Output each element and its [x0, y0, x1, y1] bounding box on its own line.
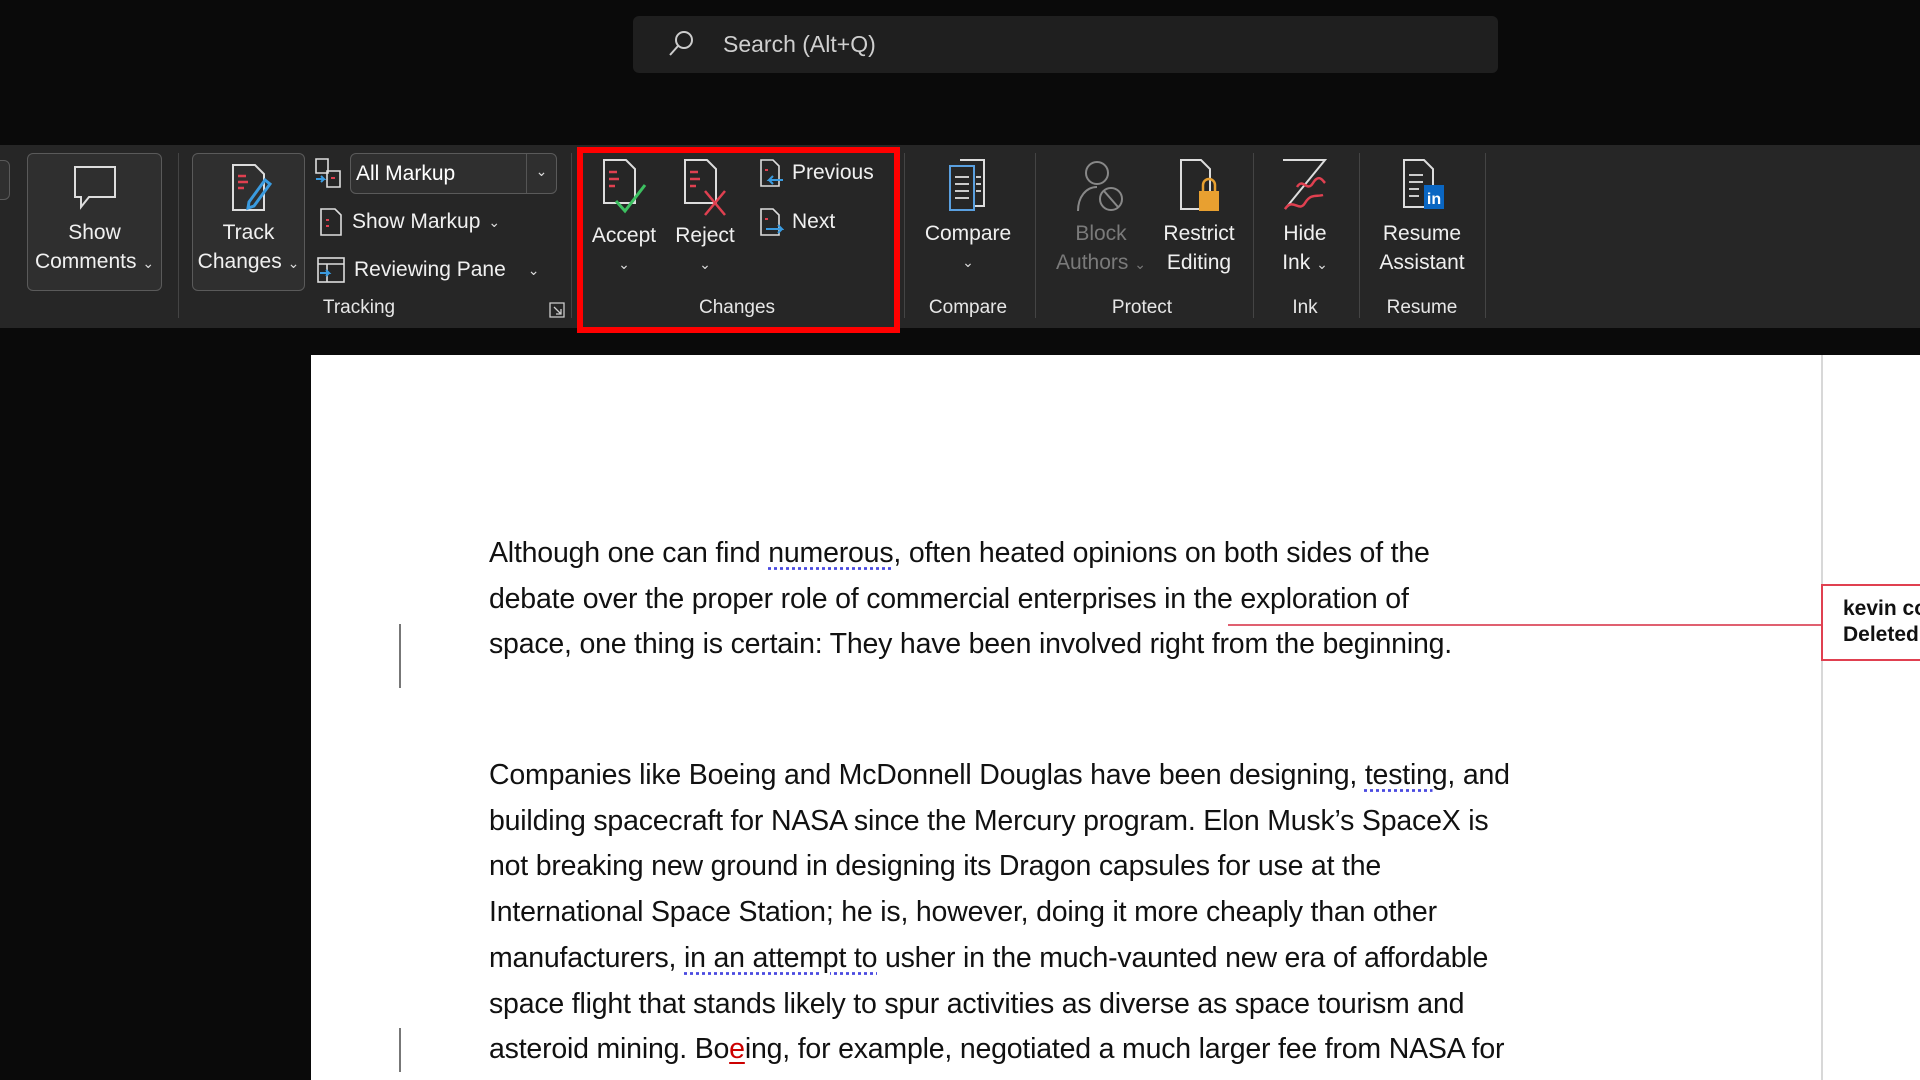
compare-button[interactable]: Compare ⌄ [918, 157, 1018, 277]
balloon-action: Deleted [1843, 622, 1920, 648]
track-changes-icon [223, 162, 275, 214]
label: Changes [198, 250, 282, 273]
text-run: debate over the proper role of commercia… [489, 583, 1409, 615]
compare-icon [940, 157, 996, 215]
text-run: Companies like Boeing and McDonnell Doug… [489, 759, 1365, 791]
text-run: , and [1447, 759, 1509, 791]
label: Assistant [1370, 248, 1474, 277]
review-ribbon: Show Comments ⌄ Track Changes ⌄ All Mark… [0, 145, 1920, 328]
balloon-author: kevin co [1843, 596, 1920, 622]
label: Block [1050, 219, 1152, 248]
label: Compare [918, 219, 1018, 248]
block-authors-icon [1073, 157, 1129, 215]
hide-ink-button[interactable]: Hide Ink ⌄ [1265, 157, 1345, 279]
text-run: not breaking new ground in designing its… [489, 850, 1381, 882]
label: Editing [1158, 248, 1240, 277]
flagged-text[interactable]: in an attempt to [684, 942, 877, 974]
text-run: Although one can find [489, 537, 768, 569]
text-run: ing, for example, negotiated a much larg… [745, 1033, 1504, 1065]
group-label-resume: Resume [1387, 297, 1458, 319]
hide-ink-icon [1277, 157, 1333, 215]
document-line: debate over the proper role of commercia… [489, 583, 1409, 616]
text-run: usher in the much-vaunted new era of aff… [877, 942, 1488, 974]
text-run: space flight that stands likely to spur … [489, 988, 1464, 1020]
change-bar [399, 1028, 401, 1072]
document-line: space, one thing is certain: They have b… [489, 628, 1452, 661]
dialog-launcher-icon[interactable] [549, 302, 565, 318]
chevron-down-icon[interactable]: ⌄ [526, 154, 556, 193]
document-line: not breaking new ground in designing its… [489, 850, 1381, 883]
change-bar [399, 624, 401, 688]
document-line: Although one can find numerous, often he… [489, 537, 1430, 570]
text-run: manufacturers, [489, 942, 684, 974]
markup-margin [1821, 355, 1920, 1080]
flagged-text[interactable]: numerous [768, 537, 893, 569]
text-run: International Space Station; he is, howe… [489, 896, 1437, 928]
reviewing-pane-icon [316, 255, 346, 285]
reviewing-pane-button[interactable]: Reviewing Pane ⌄ [316, 255, 540, 285]
chevron-down-icon: ⌄ [918, 248, 1018, 277]
flagged-text[interactable]: testing [1365, 759, 1448, 791]
label: Authors [1056, 251, 1128, 274]
comment-icon [69, 162, 121, 214]
label: Ink [1282, 251, 1310, 274]
search-box[interactable]: Search (Alt+Q) [633, 16, 1498, 73]
document-line: International Space Station; he is, howe… [489, 896, 1437, 929]
group-label-ink: Ink [1292, 297, 1317, 319]
lock-document-icon [1171, 157, 1227, 215]
show-markup-button[interactable]: Show Markup ⌄ [318, 207, 500, 237]
changes-group-highlight [577, 147, 900, 333]
group-label-tracking: Tracking [323, 297, 395, 319]
chevron-down-icon: ⌄ [142, 255, 154, 271]
search-icon [667, 30, 695, 58]
balloon-leader-line [1228, 624, 1821, 626]
text-run: asteroid mining. Bo [489, 1033, 729, 1065]
text-run: space, one thing is certain: They have b… [489, 628, 1452, 660]
display-for-review-icon [313, 157, 345, 189]
search-placeholder: Search (Alt+Q) [723, 31, 876, 58]
document-line: space flight that stands likely to spur … [489, 988, 1464, 1021]
revision-balloon[interactable]: kevin co Deleted [1821, 584, 1920, 661]
label: Resume [1370, 219, 1474, 248]
markup-select[interactable]: All Markup ⌄ [350, 153, 557, 194]
restrict-editing-button[interactable]: Restrict Editing [1158, 157, 1240, 277]
chevron-down-icon: ⌄ [288, 255, 300, 271]
partial-button[interactable] [0, 160, 10, 200]
document-line: Companies like Boeing and McDonnell Doug… [489, 759, 1510, 792]
resume-assistant-button[interactable]: in Resume Assistant [1370, 157, 1474, 277]
label: Reviewing Pane [354, 258, 506, 282]
markup-select-value: All Markup [356, 162, 455, 186]
label: Track [193, 218, 304, 247]
text-run: building spacecraft for NASA since the M… [489, 805, 1488, 837]
group-label-protect: Protect [1112, 297, 1172, 319]
label: Show Markup [352, 210, 480, 234]
block-authors-button[interactable]: Block Authors ⌄ [1050, 157, 1152, 279]
document-line: building spacecraft for NASA since the M… [489, 805, 1488, 838]
show-comments-button[interactable]: Show Comments ⌄ [27, 153, 162, 291]
track-changes-button[interactable]: Track Changes ⌄ [192, 153, 305, 291]
inserted-text[interactable]: e [729, 1033, 745, 1065]
document-line: asteroid mining. Boeing, for example, ne… [489, 1033, 1504, 1066]
label: Show [28, 218, 161, 247]
svg-text:in: in [1427, 191, 1441, 208]
document-line: manufacturers, in an attempt to usher in… [489, 942, 1488, 975]
linkedin-resume-icon: in [1394, 157, 1450, 215]
group-label-compare: Compare [929, 297, 1007, 319]
text-run: , often heated opinions on both sides of… [893, 537, 1429, 569]
label: Hide [1265, 219, 1345, 248]
label: Comments [35, 250, 137, 273]
label: Restrict [1158, 219, 1240, 248]
show-markup-icon [318, 207, 344, 237]
